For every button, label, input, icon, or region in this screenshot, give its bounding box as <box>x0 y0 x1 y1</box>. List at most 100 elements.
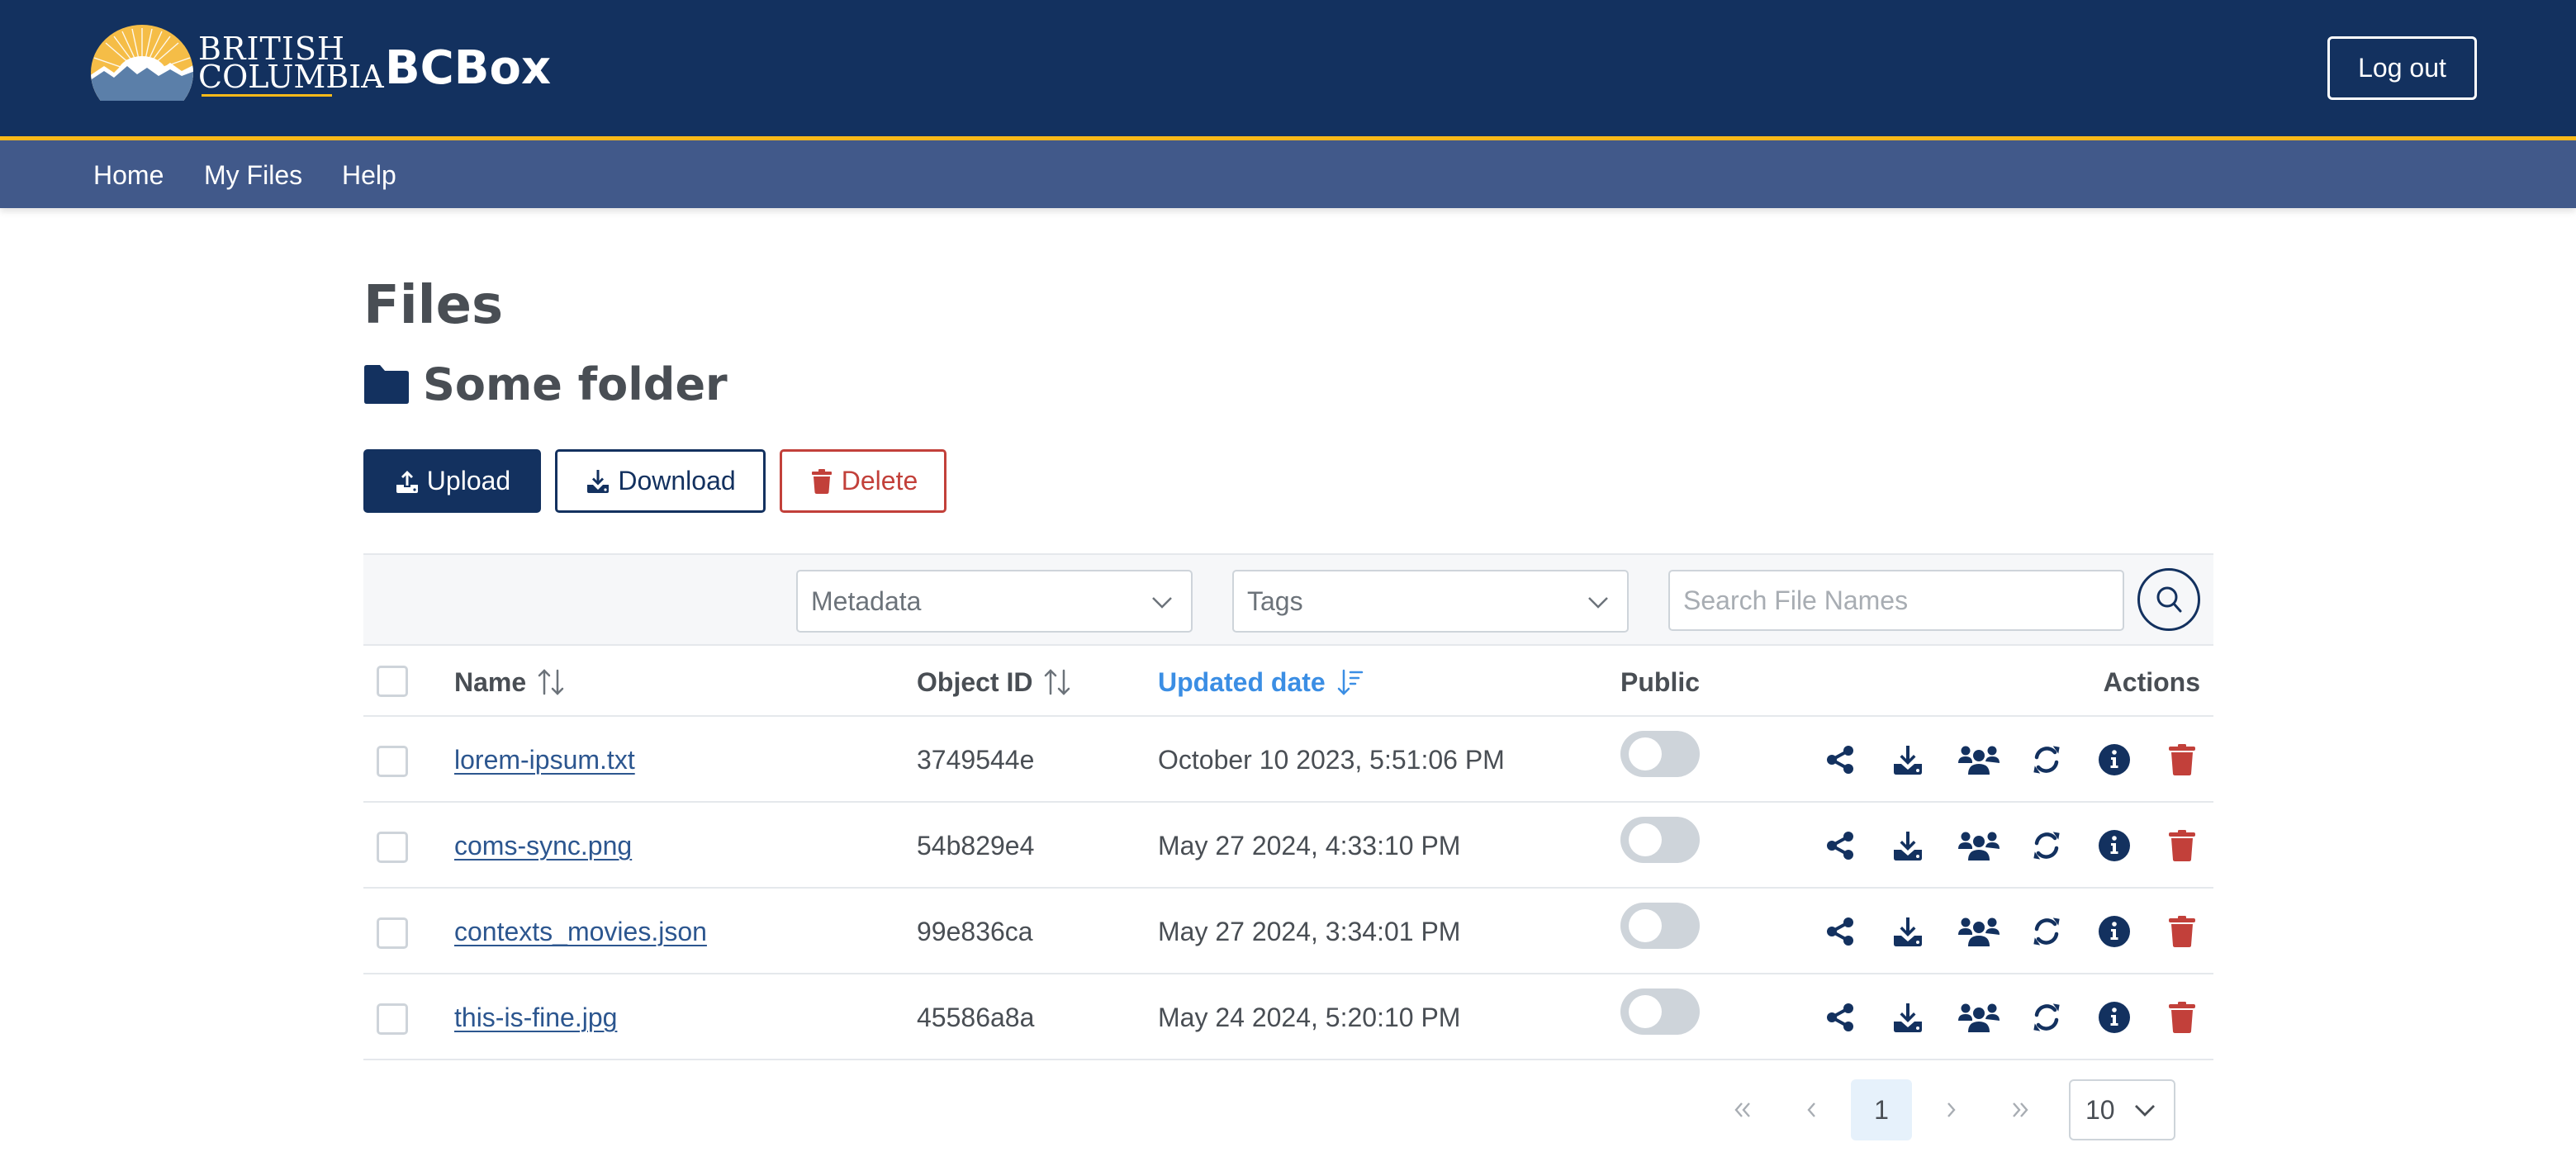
info-icon <box>2099 1002 2130 1033</box>
nav-item-home[interactable]: Home <box>93 159 164 192</box>
column-header-name[interactable]: Name <box>454 666 566 699</box>
sun-mountain-icon <box>91 25 193 101</box>
trash-icon <box>811 468 832 494</box>
bc-gov-logo[interactable]: BRITISH COLUMBIA <box>89 25 384 101</box>
trash-icon <box>2169 916 2195 947</box>
next-page-button[interactable] <box>1920 1079 1981 1140</box>
sync-button[interactable] <box>2028 827 2065 864</box>
permissions-button[interactable] <box>1957 742 2000 778</box>
file-name-link[interactable]: this-is-fine.jpg <box>454 1001 617 1034</box>
file-details-button[interactable] <box>2096 827 2132 864</box>
logo-line2: COLUMBIA <box>198 59 384 95</box>
download-file-button[interactable] <box>1890 742 1926 778</box>
download-file-button[interactable] <box>1890 827 1926 864</box>
public-toggle[interactable] <box>1620 817 1700 863</box>
upload-button[interactable]: Upload <box>363 449 541 513</box>
chevron-down-icon <box>1152 597 1172 609</box>
column-header-object-id[interactable]: Object ID <box>917 666 1072 699</box>
last-page-button[interactable] <box>1990 1079 2051 1140</box>
column-object-id-label: Object ID <box>917 667 1033 697</box>
sync-button[interactable] <box>2028 999 2065 1036</box>
previous-page-button[interactable] <box>1781 1079 1843 1140</box>
download-icon <box>587 469 610 493</box>
sync-button[interactable] <box>2028 913 2065 950</box>
table-row: contexts_movies.json 99e836ca May 27 202… <box>363 889 2213 974</box>
users-icon <box>1958 832 2000 860</box>
table-body: lorem-ipsum.txt 3749544e October 10 2023… <box>363 717 2213 1060</box>
file-details-button[interactable] <box>2096 742 2132 778</box>
download-icon <box>1894 1003 1922 1032</box>
download-file-button[interactable] <box>1890 913 1926 950</box>
users-icon <box>1958 917 2000 946</box>
public-toggle[interactable] <box>1620 903 1700 949</box>
chevrons-left-icon <box>1734 1102 1750 1117</box>
table-row: lorem-ipsum.txt 3749544e October 10 2023… <box>363 717 2213 803</box>
files-table: Name Object ID Updated date Public Actio… <box>363 646 2213 1060</box>
file-name-link[interactable]: coms-sync.png <box>454 829 632 862</box>
logo-wordmark: BRITISH COLUMBIA <box>198 33 384 95</box>
row-checkbox[interactable] <box>377 746 408 777</box>
download-button[interactable]: Download <box>555 449 766 513</box>
download-file-button[interactable] <box>1890 999 1926 1036</box>
rows-per-page-value: 10 <box>2085 1094 2115 1125</box>
delete-file-button[interactable] <box>2164 999 2200 1036</box>
object-id: 99e836ca <box>917 917 1033 946</box>
row-actions <box>1822 999 2200 1036</box>
sync-icon <box>2033 832 2060 860</box>
file-details-button[interactable] <box>2096 913 2132 950</box>
delete-file-button[interactable] <box>2164 742 2200 778</box>
share-button[interactable] <box>1822 913 1858 950</box>
file-details-button[interactable] <box>2096 999 2132 1036</box>
share-button[interactable] <box>1822 999 1858 1036</box>
delete-file-button[interactable] <box>2164 913 2200 950</box>
row-checkbox[interactable] <box>377 917 408 949</box>
search-file-names-input[interactable] <box>1668 570 2124 631</box>
toggle-knob <box>1629 909 1662 942</box>
file-name-link[interactable]: lorem-ipsum.txt <box>454 743 635 776</box>
updated-date: May 27 2024, 4:33:10 PM <box>1158 831 1461 860</box>
row-checkbox[interactable] <box>377 1003 408 1035</box>
main-nav: Home My Files Help <box>0 140 2576 208</box>
table-header: Name Object ID Updated date Public Actio… <box>363 646 2213 717</box>
metadata-select[interactable]: Metadata <box>796 570 1193 633</box>
public-toggle[interactable] <box>1620 988 1700 1035</box>
share-icon <box>1827 746 1853 774</box>
public-toggle[interactable] <box>1620 731 1700 777</box>
sort-descending-icon <box>1337 669 1363 695</box>
search-icon <box>2156 586 2182 613</box>
download-icon <box>1894 746 1922 775</box>
share-button[interactable] <box>1822 827 1858 864</box>
permissions-button[interactable] <box>1957 827 2000 864</box>
delete-file-button[interactable] <box>2164 827 2200 864</box>
select-all-checkbox[interactable] <box>377 666 408 697</box>
first-page-button[interactable] <box>1712 1079 1773 1140</box>
delete-button[interactable]: Delete <box>780 449 946 513</box>
column-header-actions: Actions <box>2104 666 2200 699</box>
column-header-updated-date[interactable]: Updated date <box>1158 666 1365 699</box>
permissions-button[interactable] <box>1957 999 2000 1036</box>
chevron-right-icon <box>1947 1102 1956 1117</box>
updated-date: May 24 2024, 5:20:10 PM <box>1158 1003 1461 1032</box>
row-actions <box>1822 827 2200 864</box>
toggle-knob <box>1629 737 1662 770</box>
page-1-button[interactable]: 1 <box>1851 1079 1912 1140</box>
tags-select[interactable]: Tags <box>1232 570 1629 633</box>
nav-item-my-files[interactable]: My Files <box>204 159 302 192</box>
permissions-button[interactable] <box>1957 913 2000 950</box>
rows-per-page-select[interactable]: 10 <box>2069 1079 2175 1140</box>
chevron-left-icon <box>1807 1102 1815 1117</box>
share-button[interactable] <box>1822 742 1858 778</box>
info-icon <box>2099 830 2130 861</box>
row-checkbox[interactable] <box>377 832 408 863</box>
table-row: coms-sync.png 54b829e4 May 27 2024, 4:33… <box>363 803 2213 889</box>
sync-button[interactable] <box>2028 742 2065 778</box>
sort-icon <box>538 669 564 695</box>
file-name-link[interactable]: contexts_movies.json <box>454 915 707 948</box>
chevron-down-icon <box>2135 1105 2155 1116</box>
upload-label: Upload <box>426 466 511 495</box>
nav-item-help[interactable]: Help <box>342 159 396 192</box>
search-button[interactable] <box>2137 568 2200 631</box>
table-row: this-is-fine.jpg 45586a8a May 24 2024, 5… <box>363 974 2213 1060</box>
app-title[interactable]: BCBox <box>385 40 551 97</box>
logout-button[interactable]: Log out <box>2327 36 2477 100</box>
